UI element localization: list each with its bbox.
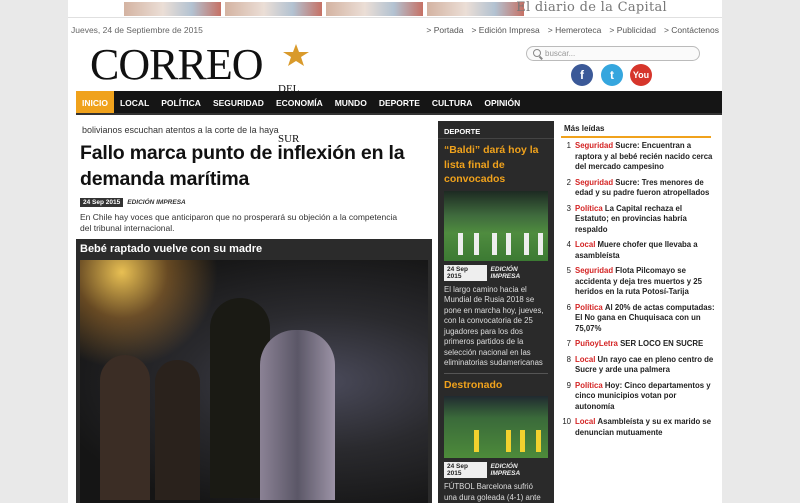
sports-story-1-title[interactable]: “Baldi” dará hoy la lista final de convo… (438, 139, 554, 187)
sports-story-2-photo[interactable] (444, 396, 548, 458)
list-item[interactable]: 3 Política La Capital rechaza el Estatuto… (561, 204, 717, 236)
list-item[interactable]: 4 Local Muere chofer que llevaba a asambl… (561, 240, 717, 261)
article-date: 24 Sep 2015 (80, 198, 124, 207)
sports-story-2-date: 24 Sep 2015 (444, 462, 487, 478)
twitter-icon[interactable]: t (601, 64, 623, 86)
search-icon (533, 49, 541, 57)
nav-item-politica[interactable]: POLÍTICA (155, 91, 207, 113)
most-read-header[interactable]: Más leídas (561, 121, 711, 138)
utility-bar: Jueves, 24 de Septiembre de 2015 > Porta… (68, 18, 722, 40)
main-column: bolivianos escuchan atentos a la corte d… (76, 121, 432, 503)
sports-column: DEPORTE “Baldi” dará hoy la lista final … (438, 121, 554, 503)
list-item[interactable]: 2 Seguridad Sucre: Tres menores de edad y… (561, 178, 717, 199)
sports-story-1-photo[interactable] (444, 190, 548, 261)
list-item[interactable]: 8 Local Un rayo cae en pleno centro de Su… (561, 355, 717, 376)
featured-story-photo[interactable] (80, 260, 428, 503)
banner-ad-strip[interactable] (124, 2, 524, 16)
youtube-icon[interactable]: You (630, 64, 652, 86)
link-edicion-impresa[interactable]: > Edición Impresa (471, 25, 539, 35)
sports-story-2-title[interactable]: Destronado (438, 374, 554, 393)
banner-tagline: El diario de la Capital (516, 0, 667, 15)
article-summary: En Chile hay voces que anticiparon que n… (80, 212, 398, 233)
featured-story[interactable]: Bebé raptado vuelve con su madre (76, 239, 432, 503)
featured-story-title[interactable]: Bebé raptado vuelve con su madre (76, 239, 432, 259)
nav-item-local[interactable]: LOCAL (114, 91, 155, 113)
logo-text: CORREO (90, 40, 263, 89)
logo-star-icon (283, 44, 309, 66)
nav-item-opinion[interactable]: OPINIÓN (478, 91, 526, 113)
page: El diario de la Capital Jueves, 24 de Se… (68, 0, 722, 503)
link-publicidad[interactable]: > Publicidad (609, 25, 656, 35)
current-date: Jueves, 24 de Septiembre de 2015 (71, 25, 203, 35)
sports-story-2-text: FÚTBOL Barcelona sufrió una dura goleada… (444, 482, 541, 502)
article-headline[interactable]: Fallo marca punto de inflexión en la dem… (80, 140, 432, 192)
nav-item-cultura[interactable]: CULTURA (426, 91, 478, 113)
sports-story-1-meta: 24 Sep 2015 EDICIÓN IMPRESA (444, 264, 548, 281)
sports-story-2-edition: EDICIÓN IMPRESA (490, 463, 521, 477)
sports-story-1-date: 24 Sep 2015 (444, 264, 487, 281)
list-item[interactable]: 5 Seguridad Flota Pilcomayo se accidenta … (561, 266, 717, 298)
article-edition: EDICIÓN IMPRESA (127, 199, 186, 206)
most-read-column: Más leídas 1 Seguridad Sucre: Encuentran … (561, 121, 717, 443)
link-contactenos[interactable]: > Contáctenos (664, 25, 719, 35)
sports-story-1-edition: EDICIÓN IMPRESA (490, 265, 521, 280)
list-item[interactable]: 10 Local Asambleísta y su ex marido se de… (561, 417, 717, 438)
sports-story-2-meta: 24 Sep 2015 EDICIÓN IMPRESA (444, 462, 548, 478)
logo-row: CORREO DEL SUR buscar... f t You (68, 40, 722, 145)
article-meta: 24 Sep 2015 EDICIÓN IMPRESA (80, 198, 432, 207)
nav-item-mundo[interactable]: MUNDO (329, 91, 373, 113)
list-item[interactable]: 1 Seguridad Sucre: Encuentran a raptora y… (561, 141, 717, 173)
facebook-icon[interactable]: f (571, 64, 593, 86)
nav-item-deporte[interactable]: DEPORTE (373, 91, 426, 113)
link-portada[interactable]: > Portada (426, 25, 463, 35)
article-kicker: bolivianos escuchan atentos a la corte d… (82, 125, 279, 135)
nav-item-economia[interactable]: ECONOMÍA (270, 91, 329, 113)
top-banner: El diario de la Capital (68, 0, 722, 18)
search-placeholder: buscar... (545, 49, 576, 58)
list-item[interactable]: 7 PuñoyLetra SER LOCO EN SUCRE (561, 339, 717, 350)
search-input[interactable]: buscar... (526, 46, 700, 61)
main-nav: INICIO LOCAL POLÍTICA SEGURIDAD ECONOMÍA… (76, 91, 722, 115)
nav-item-inicio[interactable]: INICIO (76, 91, 114, 113)
list-item[interactable]: 9 Política Hoy: Cinco departamentos y cin… (561, 381, 717, 413)
nav-item-seguridad[interactable]: SEGURIDAD (207, 91, 270, 113)
sports-section-header[interactable]: DEPORTE (438, 121, 554, 139)
site-logo[interactable]: CORREO DEL SUR (90, 40, 309, 145)
utility-links: > Portada > Edición Impresa > Hemeroteca… (426, 25, 719, 35)
list-item[interactable]: 6 Política Al 20% de actas computadas: El… (561, 303, 717, 335)
link-hemeroteca[interactable]: > Hemeroteca (548, 25, 602, 35)
most-read-list: 1 Seguridad Sucre: Encuentran a raptora y… (561, 141, 717, 438)
sports-story-1-text: El largo camino hacia el Mundial de Rusi… (444, 284, 544, 368)
